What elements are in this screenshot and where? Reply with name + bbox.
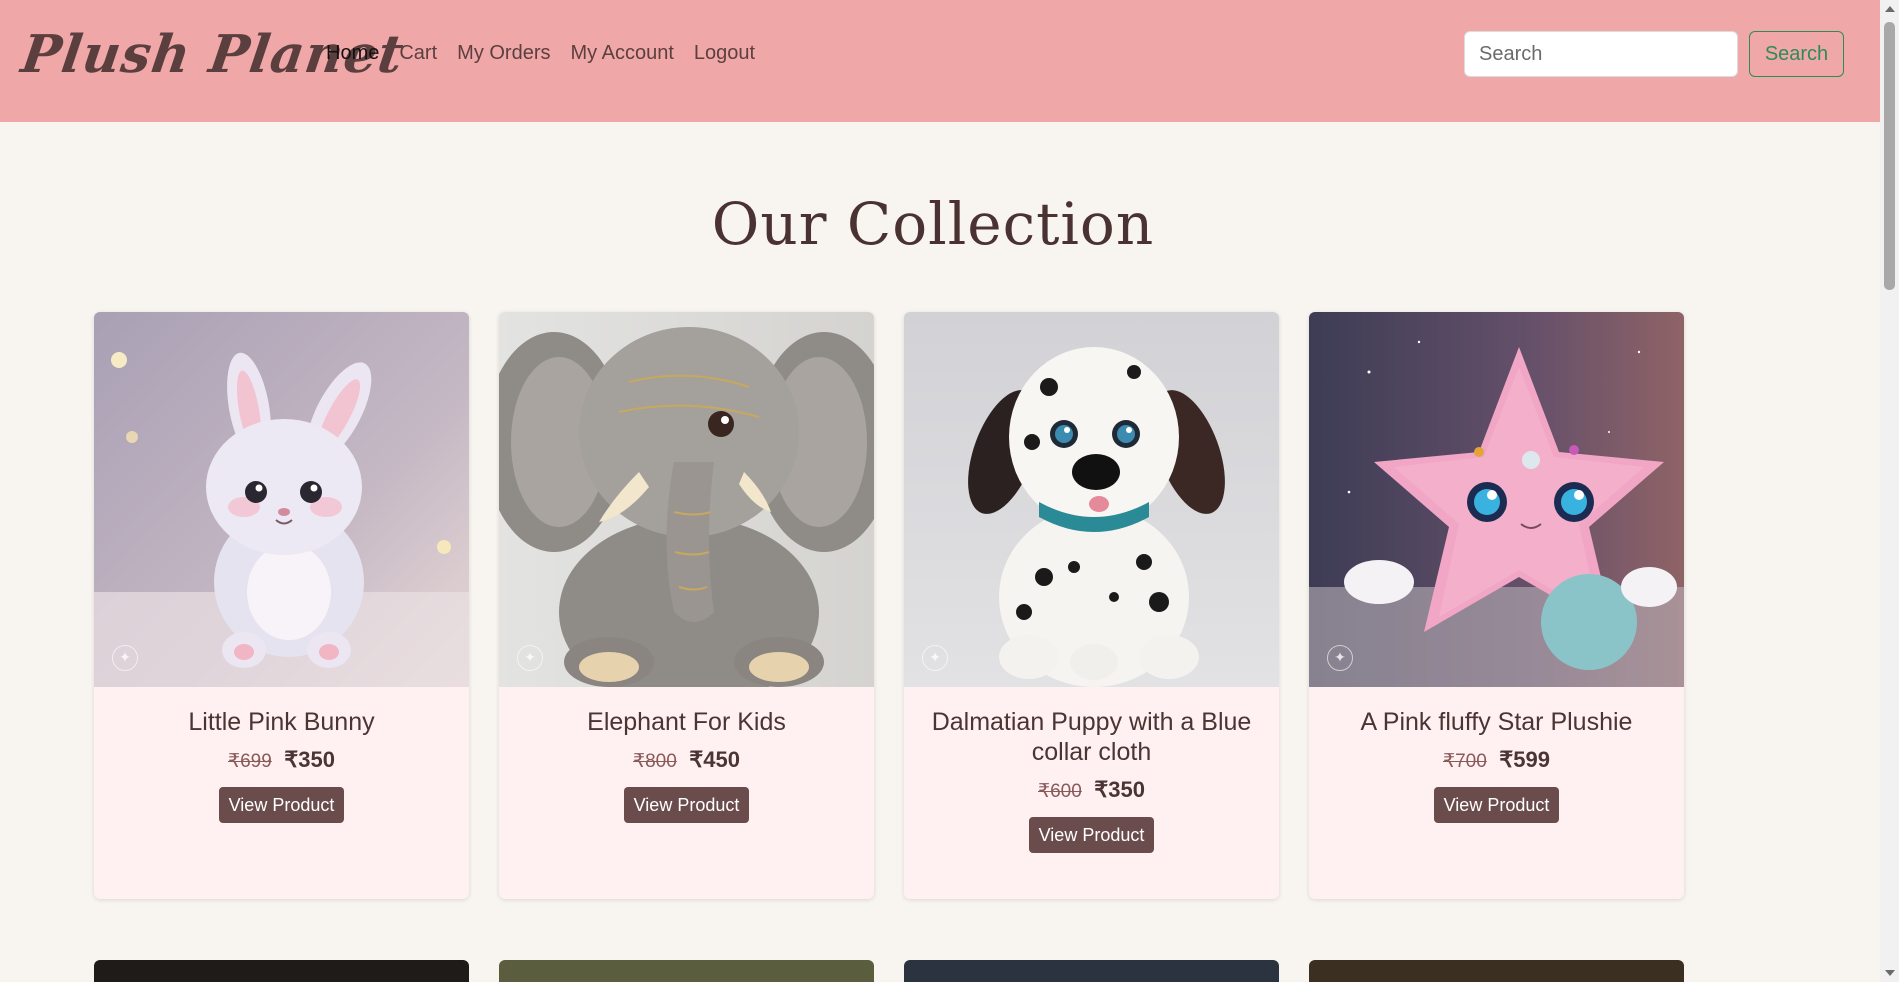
view-product-button[interactable]: View Product — [1433, 787, 1560, 823]
scroll-thumb[interactable] — [1884, 22, 1895, 290]
product-image[interactable]: ✦ — [499, 312, 874, 687]
grey-elephant-plush-icon — [499, 312, 874, 687]
view-product-button[interactable]: View Product — [218, 787, 345, 823]
price-row: ₹699 ₹350 — [94, 747, 469, 773]
product-card-peek — [1309, 960, 1684, 982]
view-product-button[interactable]: View Product — [623, 787, 750, 823]
sale-price: ₹450 — [689, 747, 740, 772]
product-image[interactable]: ✦ — [94, 312, 469, 687]
page-scrollbar[interactable] — [1880, 0, 1899, 982]
sparkle-icon: ✦ — [517, 645, 543, 671]
product-card-peek — [499, 960, 874, 982]
product-card-peek — [94, 960, 469, 982]
search-button[interactable]: Search — [1749, 31, 1844, 77]
price-row: ₹800 ₹450 — [499, 747, 874, 773]
product-image[interactable]: ✦ — [1309, 312, 1684, 687]
pink-star-plush-icon — [1309, 312, 1684, 687]
original-price: ₹800 — [633, 751, 677, 772]
page-title: Our Collection — [711, 190, 1155, 258]
product-name: Elephant For Kids — [587, 708, 786, 736]
navbar: Plush Planet Home Cart My Orders My Acco… — [0, 0, 1880, 122]
product-card: ✦ Dalmatian Puppy with a Blue collar clo… — [904, 312, 1279, 899]
scroll-up-icon[interactable] — [1885, 6, 1895, 12]
view-product-button[interactable]: View Product — [1028, 817, 1155, 853]
original-price: ₹600 — [1038, 781, 1082, 802]
sale-price: ₹350 — [1094, 777, 1145, 802]
sparkle-icon: ✦ — [922, 645, 948, 671]
dalmatian-puppy-plush-icon — [904, 312, 1279, 687]
product-name: Dalmatian Puppy with a Blue collar cloth — [931, 708, 1252, 766]
nav-link-logout[interactable]: Logout — [694, 42, 755, 65]
original-price: ₹699 — [228, 751, 272, 772]
scroll-down-icon[interactable] — [1885, 970, 1895, 976]
product-card: ✦ A Pink fluffy Star Plushie ₹700 ₹599 V… — [1309, 312, 1684, 899]
nav-links: Home Cart My Orders My Account Logout — [326, 42, 775, 65]
pink-bunny-plush-icon — [94, 312, 469, 687]
price-row: ₹600 ₹350 — [904, 777, 1279, 803]
search-input[interactable] — [1464, 31, 1738, 77]
product-image[interactable]: ✦ — [904, 312, 1279, 687]
sparkle-icon: ✦ — [112, 645, 138, 671]
price-row: ₹700 ₹599 — [1309, 747, 1684, 773]
product-card: ✦ Little Pink Bunny ₹699 ₹350 View Produ… — [94, 312, 469, 899]
product-card: ✦ Elephant For Kids ₹800 ₹450 View Produ… — [499, 312, 874, 899]
nav-link-home[interactable]: Home — [326, 42, 379, 65]
sale-price: ₹350 — [284, 747, 335, 772]
nav-link-my-account[interactable]: My Account — [571, 42, 674, 65]
product-card-peek — [904, 960, 1279, 982]
product-name: Little Pink Bunny — [188, 708, 375, 736]
sale-price: ₹599 — [1499, 747, 1550, 772]
nav-link-my-orders[interactable]: My Orders — [457, 42, 550, 65]
product-name: A Pink fluffy Star Plushie — [1360, 708, 1633, 736]
sparkle-icon: ✦ — [1327, 645, 1353, 671]
original-price: ₹700 — [1443, 751, 1487, 772]
nav-link-cart[interactable]: Cart — [399, 42, 437, 65]
